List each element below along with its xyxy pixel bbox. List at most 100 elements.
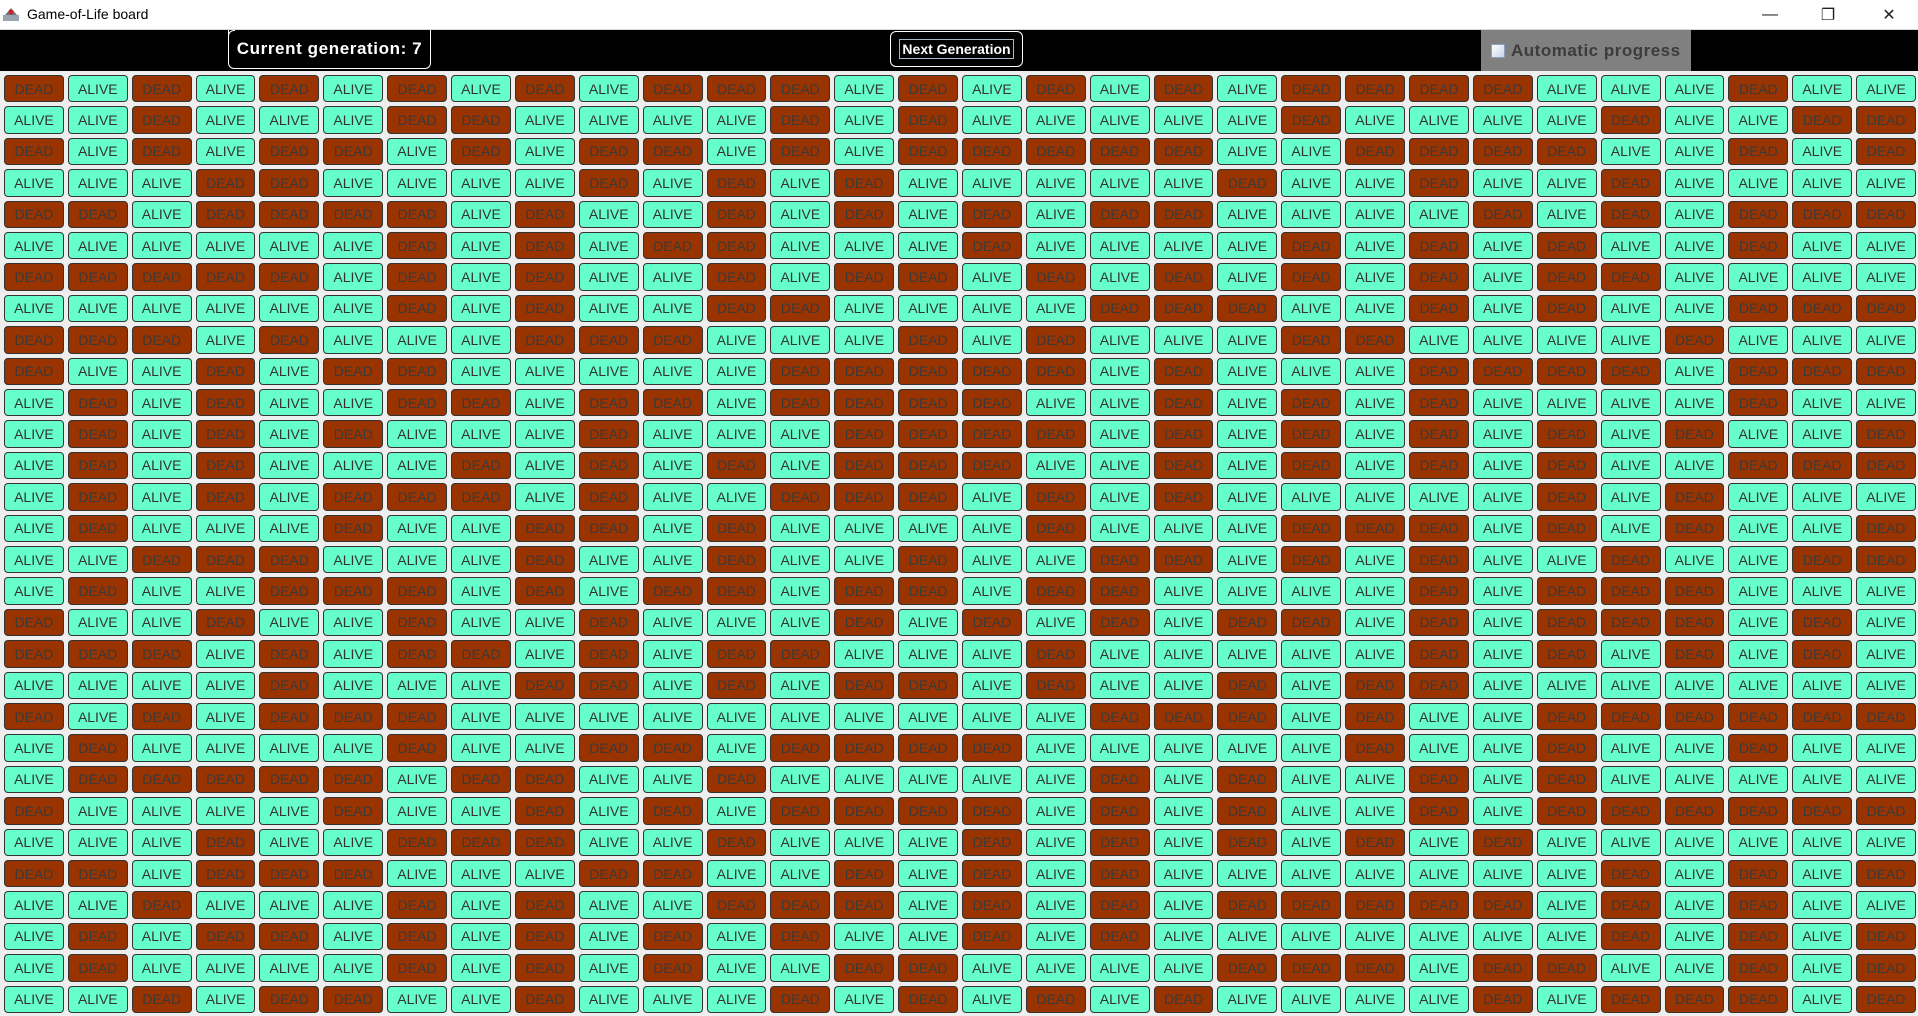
cell-r8-c4[interactable]: ALIVE: [195, 294, 256, 323]
cell-r2-c4[interactable]: ALIVE: [195, 106, 256, 134]
cell-r23-c13[interactable]: ALIVE: [770, 765, 831, 794]
cell-r5-c6[interactable]: DEAD: [323, 200, 384, 228]
cell-r18-c3[interactable]: ALIVE: [131, 608, 192, 637]
cell-r11-c28[interactable]: DEAD: [1728, 388, 1789, 417]
cell-r2-c13[interactable]: DEAD: [770, 106, 831, 134]
cell-r6-c23[interactable]: DEAD: [1409, 231, 1469, 260]
cell-r2-c24[interactable]: ALIVE: [1472, 106, 1533, 134]
cell-r8-c25[interactable]: DEAD: [1536, 294, 1597, 323]
cell-r27-c7[interactable]: DEAD: [387, 891, 448, 919]
cell-r1-c26[interactable]: ALIVE: [1600, 75, 1661, 103]
cell-r13-c17[interactable]: ALIVE: [1025, 451, 1086, 480]
cell-r1-c10[interactable]: ALIVE: [578, 75, 639, 103]
cell-r13-c18[interactable]: ALIVE: [1089, 451, 1150, 480]
cell-r20-c3[interactable]: ALIVE: [131, 671, 192, 699]
cell-r9-c24[interactable]: ALIVE: [1472, 326, 1533, 354]
cell-r23-c3[interactable]: DEAD: [131, 765, 192, 794]
cell-r4-c8[interactable]: ALIVE: [451, 169, 511, 197]
cell-r19-c23[interactable]: DEAD: [1409, 640, 1469, 668]
cell-r6-c27[interactable]: ALIVE: [1664, 231, 1725, 260]
cell-r13-c13[interactable]: ALIVE: [770, 451, 831, 480]
cell-r10-c4[interactable]: DEAD: [195, 357, 256, 385]
cell-r17-c24[interactable]: ALIVE: [1472, 577, 1533, 605]
cell-r8-c21[interactable]: ALIVE: [1281, 294, 1342, 323]
cell-r24-c15[interactable]: DEAD: [898, 797, 958, 825]
cell-r10-c7[interactable]: DEAD: [387, 357, 448, 385]
cell-r17-c26[interactable]: DEAD: [1600, 577, 1661, 605]
cell-r4-c12[interactable]: DEAD: [706, 169, 767, 197]
cell-r25-c29[interactable]: ALIVE: [1792, 828, 1853, 856]
cell-r18-c29[interactable]: DEAD: [1792, 608, 1853, 637]
cell-r28-c19[interactable]: ALIVE: [1153, 922, 1214, 951]
cell-r19-c26[interactable]: ALIVE: [1600, 640, 1661, 668]
cell-r2-c1[interactable]: ALIVE: [4, 106, 64, 134]
cell-r9-c19[interactable]: ALIVE: [1153, 326, 1214, 354]
cell-r14-c10[interactable]: DEAD: [578, 483, 639, 511]
cell-r21-c7[interactable]: DEAD: [387, 702, 448, 731]
cell-r24-c16[interactable]: DEAD: [961, 797, 1022, 825]
cell-r20-c30[interactable]: ALIVE: [1856, 671, 1916, 699]
cell-r24-c11[interactable]: DEAD: [642, 797, 703, 825]
cell-r30-c14[interactable]: ALIVE: [834, 985, 895, 1013]
cell-r13-c19[interactable]: DEAD: [1153, 451, 1214, 480]
cell-r11-c27[interactable]: ALIVE: [1664, 388, 1725, 417]
cell-r8-c30[interactable]: DEAD: [1856, 294, 1916, 323]
cell-r1-c18[interactable]: ALIVE: [1089, 75, 1150, 103]
cell-r27-c16[interactable]: DEAD: [961, 891, 1022, 919]
cell-r16-c28[interactable]: ALIVE: [1728, 545, 1789, 574]
cell-r9-c25[interactable]: ALIVE: [1536, 326, 1597, 354]
cell-r22-c28[interactable]: DEAD: [1728, 734, 1789, 762]
cell-r12-c29[interactable]: ALIVE: [1792, 420, 1853, 448]
cell-r7-c11[interactable]: ALIVE: [642, 263, 703, 291]
cell-r29-c6[interactable]: ALIVE: [323, 954, 384, 982]
cell-r23-c18[interactable]: DEAD: [1089, 765, 1150, 794]
cell-r28-c11[interactable]: DEAD: [642, 922, 703, 951]
cell-r24-c28[interactable]: DEAD: [1728, 797, 1789, 825]
cell-r24-c10[interactable]: ALIVE: [578, 797, 639, 825]
cell-r24-c19[interactable]: ALIVE: [1153, 797, 1214, 825]
cell-r3-c13[interactable]: DEAD: [770, 137, 831, 166]
cell-r9-c2[interactable]: DEAD: [67, 326, 128, 354]
cell-r21-c14[interactable]: ALIVE: [834, 702, 895, 731]
cell-r3-c14[interactable]: ALIVE: [834, 137, 895, 166]
cell-r30-c23[interactable]: ALIVE: [1409, 985, 1469, 1013]
cell-r12-c27[interactable]: DEAD: [1664, 420, 1725, 448]
cell-r12-c11[interactable]: ALIVE: [642, 420, 703, 448]
cell-r6-c15[interactable]: ALIVE: [898, 231, 958, 260]
cell-r17-c11[interactable]: DEAD: [642, 577, 703, 605]
cell-r2-c29[interactable]: DEAD: [1792, 106, 1853, 134]
automatic-progress-toggle[interactable]: Automatic progress: [1481, 30, 1691, 71]
cell-r11-c3[interactable]: ALIVE: [131, 388, 192, 417]
cell-r14-c6[interactable]: DEAD: [323, 483, 384, 511]
cell-r14-c22[interactable]: ALIVE: [1345, 483, 1406, 511]
cell-r15-c2[interactable]: DEAD: [67, 514, 128, 542]
cell-r4-c14[interactable]: DEAD: [834, 169, 895, 197]
cell-r14-c8[interactable]: DEAD: [451, 483, 511, 511]
cell-r24-c22[interactable]: ALIVE: [1345, 797, 1406, 825]
cell-r19-c7[interactable]: DEAD: [387, 640, 448, 668]
cell-r12-c20[interactable]: ALIVE: [1217, 420, 1278, 448]
cell-r15-c6[interactable]: DEAD: [323, 514, 384, 542]
cell-r25-c10[interactable]: ALIVE: [578, 828, 639, 856]
cell-r9-c9[interactable]: DEAD: [514, 326, 575, 354]
cell-r21-c12[interactable]: ALIVE: [706, 702, 767, 731]
cell-r21-c13[interactable]: ALIVE: [770, 702, 831, 731]
cell-r22-c9[interactable]: ALIVE: [514, 734, 575, 762]
cell-r15-c13[interactable]: ALIVE: [770, 514, 831, 542]
cell-r11-c5[interactable]: ALIVE: [259, 388, 320, 417]
cell-r28-c20[interactable]: ALIVE: [1217, 922, 1278, 951]
cell-r3-c5[interactable]: DEAD: [259, 137, 320, 166]
cell-r10-c19[interactable]: DEAD: [1153, 357, 1214, 385]
cell-r22-c22[interactable]: DEAD: [1345, 734, 1406, 762]
cell-r21-c4[interactable]: ALIVE: [195, 702, 256, 731]
cell-r22-c4[interactable]: ALIVE: [195, 734, 256, 762]
cell-r5-c24[interactable]: DEAD: [1472, 200, 1533, 228]
cell-r11-c15[interactable]: DEAD: [898, 388, 958, 417]
cell-r13-c2[interactable]: DEAD: [67, 451, 128, 480]
minimize-button[interactable]: —: [1741, 0, 1799, 29]
cell-r5-c26[interactable]: DEAD: [1600, 200, 1661, 228]
cell-r30-c21[interactable]: ALIVE: [1281, 985, 1342, 1013]
cell-r30-c25[interactable]: ALIVE: [1536, 985, 1597, 1013]
cell-r18-c11[interactable]: ALIVE: [642, 608, 703, 637]
cell-r26-c19[interactable]: ALIVE: [1153, 859, 1214, 888]
